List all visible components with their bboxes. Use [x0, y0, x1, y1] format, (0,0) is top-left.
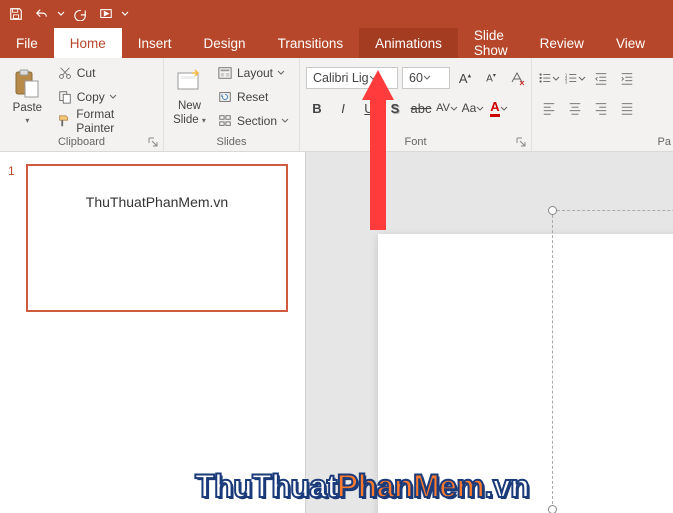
dialog-launcher-icon[interactable]	[515, 137, 527, 149]
section-button[interactable]: Section	[213, 110, 293, 132]
tab-review[interactable]: Review	[524, 28, 600, 58]
paste-icon	[11, 68, 43, 100]
save-button[interactable]	[4, 2, 28, 26]
chevron-down-icon	[476, 101, 484, 116]
chevron-down-icon	[281, 114, 289, 128]
strikethrough-button[interactable]: abc	[410, 97, 432, 119]
slide-number: 1	[8, 164, 18, 312]
format-painter-button[interactable]: Format Painter	[53, 110, 157, 132]
decrease-indent-button[interactable]	[590, 67, 612, 89]
tab-animations[interactable]: Animations	[359, 28, 458, 58]
ribbon: Paste ▾ Cut Copy Format Painter	[0, 58, 673, 152]
bullets-button[interactable]	[538, 67, 560, 89]
start-from-beginning-button[interactable]	[94, 2, 118, 26]
undo-dropdown[interactable]	[56, 10, 66, 18]
tab-design[interactable]: Design	[188, 28, 262, 58]
chevron-down-icon	[578, 71, 586, 86]
align-left-button[interactable]	[538, 97, 560, 119]
quick-access-toolbar	[0, 0, 673, 28]
chevron-down-icon	[277, 66, 285, 80]
reset-label: Reset	[237, 90, 268, 104]
chevron-down-icon: ▾	[202, 116, 206, 125]
group-label-slides: Slides	[164, 133, 299, 151]
numbering-button[interactable]: 123	[564, 67, 586, 89]
tab-transitions[interactable]: Transitions	[262, 28, 360, 58]
justify-button[interactable]	[616, 97, 638, 119]
new-slide-button[interactable]: New Slide ▾	[170, 62, 209, 130]
reset-icon	[217, 89, 233, 105]
group-paragraph: 123 Pa	[532, 58, 673, 151]
tab-home[interactable]: Home	[54, 28, 122, 58]
bold-button[interactable]: B	[306, 97, 328, 119]
layout-label: Layout	[237, 66, 273, 80]
change-case-button[interactable]: Aa	[462, 97, 484, 119]
paste-button[interactable]: Paste ▾	[6, 62, 49, 130]
ribbon-tabstrip: File Home Insert Design Transitions Anim…	[0, 28, 673, 58]
new-slide-label-2: Slide	[173, 114, 199, 126]
workspace: 1 ThuThuatPhanMem.vn	[0, 152, 673, 513]
section-label: Section	[237, 114, 277, 128]
copy-icon	[57, 89, 73, 105]
paintbrush-icon	[57, 113, 72, 129]
font-size-value: 60	[409, 71, 423, 85]
group-clipboard: Paste ▾ Cut Copy Format Painter	[0, 58, 164, 151]
group-label-clipboard: Clipboard	[0, 133, 163, 151]
copy-button[interactable]: Copy	[53, 86, 157, 108]
scissors-icon	[57, 65, 73, 81]
reset-button[interactable]: Reset	[213, 86, 293, 108]
chevron-down-icon: ▾	[25, 116, 29, 125]
decrease-font-button[interactable]: A▾	[480, 67, 502, 89]
group-label-font: Font	[300, 133, 531, 151]
thumbnail-pane[interactable]: 1 ThuThuatPhanMem.vn	[0, 152, 306, 513]
selection-box[interactable]	[552, 210, 673, 513]
qat-customize-dropdown[interactable]	[120, 10, 130, 18]
tab-help[interactable]: Help	[661, 28, 673, 58]
slide-preview[interactable]: ThuThuatPhanMem.vn	[26, 164, 288, 312]
redo-button[interactable]	[68, 2, 92, 26]
annotation-arrow	[350, 70, 406, 230]
layout-button[interactable]: Layout	[213, 62, 293, 84]
cut-button[interactable]: Cut	[53, 62, 157, 84]
character-spacing-button[interactable]: AV	[436, 97, 458, 119]
section-icon	[217, 113, 233, 129]
dialog-launcher-icon[interactable]	[147, 137, 159, 149]
slide-thumbnail[interactable]: 1 ThuThuatPhanMem.vn	[8, 164, 297, 312]
undo-button[interactable]	[30, 2, 54, 26]
clear-formatting-button[interactable]	[506, 67, 528, 89]
new-slide-label-1: New	[178, 100, 201, 112]
group-label-paragraph: Pa	[532, 133, 673, 151]
slide-title-text: ThuThuatPhanMem.vn	[28, 194, 286, 210]
font-size-combo[interactable]: 60	[402, 67, 450, 89]
format-painter-label: Format Painter	[76, 107, 153, 135]
new-slide-icon	[173, 66, 205, 98]
tab-view[interactable]: View	[600, 28, 661, 58]
cut-label: Cut	[77, 66, 96, 80]
layout-icon	[217, 65, 233, 81]
align-center-button[interactable]	[564, 97, 586, 119]
align-right-button[interactable]	[590, 97, 612, 119]
paste-label: Paste	[13, 102, 42, 114]
copy-label: Copy	[77, 90, 105, 104]
tab-slideshow[interactable]: Slide Show	[458, 28, 524, 58]
group-font: Calibri Lig 60 A▴ A▾ B I U S abc AV Aa	[300, 58, 532, 151]
font-color-button[interactable]: A	[488, 97, 510, 119]
watermark-text: ThuThuatPhanMem.vn	[195, 468, 529, 505]
chevron-down-icon	[552, 71, 560, 86]
svg-text:3: 3	[565, 79, 568, 84]
resize-handle[interactable]	[548, 505, 557, 513]
tab-file[interactable]: File	[0, 28, 54, 58]
resize-handle[interactable]	[548, 206, 557, 215]
increase-font-button[interactable]: A▴	[454, 67, 476, 89]
chevron-down-icon	[500, 101, 508, 116]
tab-insert[interactable]: Insert	[122, 28, 188, 58]
increase-indent-button[interactable]	[616, 67, 638, 89]
group-slides: New Slide ▾ Layout Reset Section	[164, 58, 300, 151]
chevron-down-icon	[450, 101, 458, 116]
chevron-down-icon	[109, 90, 117, 104]
chevron-down-icon	[423, 71, 431, 85]
